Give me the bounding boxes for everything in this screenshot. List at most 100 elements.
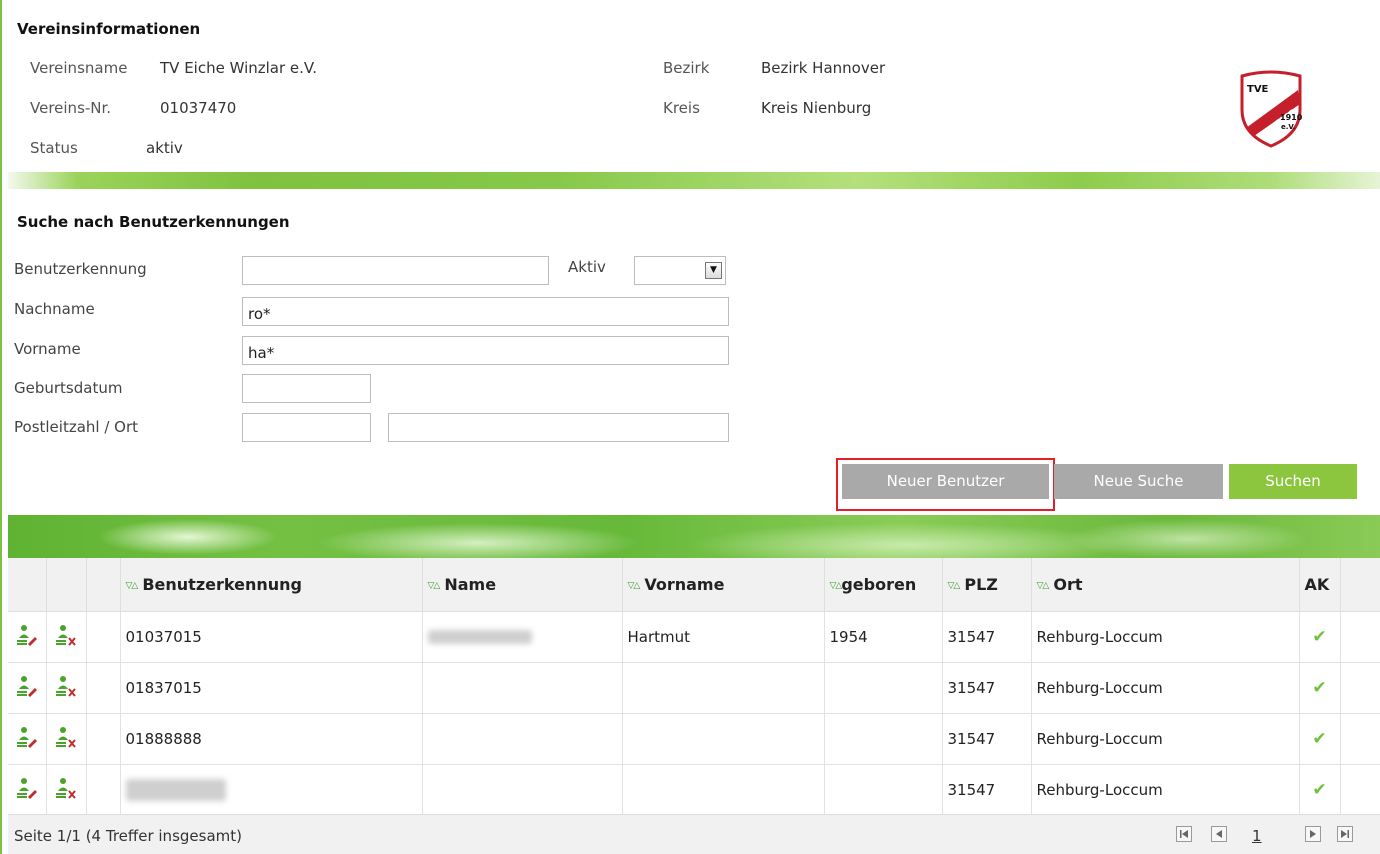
sort-icon[interactable]: ▽△ bbox=[628, 581, 641, 591]
cell-ort: Rehburg-Loccum bbox=[1030, 764, 1299, 816]
blurred-name bbox=[427, 630, 532, 644]
cell-name bbox=[421, 713, 622, 765]
pagination-bar: Seite 1/1 (4 Treffer insgesamt) 1 bbox=[8, 814, 1380, 854]
edit-cell bbox=[8, 611, 46, 663]
header-benutzerkennung[interactable]: ▽△ Benutzerkennung bbox=[119, 558, 422, 612]
search-button[interactable]: Suchen bbox=[1229, 464, 1357, 499]
previous-page-icon[interactable] bbox=[1211, 826, 1227, 842]
search-title: Suche nach Benutzerkennungen bbox=[17, 213, 290, 231]
sort-icon[interactable]: ▽△ bbox=[948, 581, 961, 591]
club-status-value: aktiv bbox=[146, 139, 183, 157]
birthdate-input[interactable] bbox=[242, 374, 371, 403]
club-logo: TVE WINZLAR 1910 e.V. bbox=[1240, 70, 1303, 148]
logo-text-tve: TVE bbox=[1247, 84, 1269, 95]
header-ak: AK bbox=[1298, 558, 1340, 612]
cell-name bbox=[421, 611, 622, 663]
zip-input[interactable] bbox=[242, 413, 371, 442]
delete-user-icon[interactable] bbox=[55, 675, 77, 697]
edit-user-icon[interactable] bbox=[16, 675, 38, 697]
active-label: Aktiv bbox=[568, 258, 606, 276]
edit-user-icon[interactable] bbox=[16, 726, 38, 748]
header-spacer bbox=[85, 558, 120, 612]
cell-ort: Rehburg-Loccum bbox=[1030, 713, 1299, 765]
table-row: 01888888 31547 Rehburg-Loccum ✔ bbox=[8, 713, 1380, 765]
edit-user-icon[interactable] bbox=[16, 624, 38, 646]
new-search-button[interactable]: Neue Suche bbox=[1054, 464, 1223, 499]
city-input[interactable] bbox=[388, 413, 729, 442]
cell-ak: ✔ bbox=[1298, 764, 1340, 816]
header-geboren[interactable]: ▽△geboren bbox=[823, 558, 942, 612]
delete-cell bbox=[45, 713, 86, 765]
sort-icon[interactable]: ▽△ bbox=[1037, 581, 1050, 591]
sort-icon[interactable]: ▽△ bbox=[428, 581, 441, 591]
last-page-icon[interactable] bbox=[1337, 826, 1353, 842]
cell-geboren bbox=[823, 764, 942, 816]
user-id-input[interactable] bbox=[242, 256, 549, 285]
checkmark-icon: ✔ bbox=[1312, 779, 1327, 800]
cell-geboren: 1954 bbox=[823, 611, 942, 663]
checkmark-icon: ✔ bbox=[1312, 728, 1327, 749]
cell-ak: ✔ bbox=[1298, 662, 1340, 714]
results-banner bbox=[8, 515, 1380, 558]
checkmark-icon: ✔ bbox=[1312, 626, 1327, 647]
club-number-value: 01037470 bbox=[160, 99, 237, 117]
results-table: ▽△ Benutzerkennung ▽△ Name ▽△ Vorname ▽△geb… bbox=[8, 558, 1380, 816]
logo-text-ev: e.V. bbox=[1281, 123, 1296, 131]
blurred-user-id bbox=[125, 778, 226, 801]
firstname-input[interactable] bbox=[242, 336, 729, 365]
district-label: Bezirk bbox=[663, 59, 710, 77]
header-delete bbox=[45, 558, 86, 612]
first-page-icon[interactable] bbox=[1176, 826, 1192, 842]
county-label: Kreis bbox=[663, 99, 700, 117]
cell-benutzerkennung: 01037015 bbox=[119, 611, 422, 663]
cell-benutzerkennung bbox=[119, 764, 422, 816]
club-info-title: Vereinsinformationen bbox=[17, 20, 201, 38]
delete-user-icon[interactable] bbox=[55, 726, 77, 748]
header-plz[interactable]: ▽△ PLZ bbox=[941, 558, 1031, 612]
club-name-label: Vereinsname bbox=[30, 59, 128, 77]
section-divider bbox=[8, 172, 1380, 189]
active-select[interactable]: ▼ bbox=[634, 256, 726, 285]
zip-city-label: Postleitzahl / Ort bbox=[14, 418, 139, 436]
pagination-info: Seite 1/1 (4 Treffer insgesamt) bbox=[14, 827, 242, 845]
next-page-icon[interactable] bbox=[1305, 826, 1321, 842]
chevron-down-icon[interactable]: ▼ bbox=[705, 262, 722, 279]
header-ort[interactable]: ▽△ Ort bbox=[1030, 558, 1299, 612]
left-accent-line bbox=[0, 0, 2, 854]
user-id-label: Benutzerkennung bbox=[14, 260, 147, 278]
new-user-highlight bbox=[836, 458, 1055, 511]
delete-user-icon[interactable] bbox=[55, 624, 77, 646]
cell-ak: ✔ bbox=[1298, 713, 1340, 765]
edit-cell bbox=[8, 764, 46, 816]
delete-user-icon[interactable] bbox=[55, 777, 77, 799]
delete-cell bbox=[45, 662, 86, 714]
county-value: Kreis Nienburg bbox=[761, 99, 872, 117]
table-row: 31547 Rehburg-Loccum ✔ bbox=[8, 764, 1380, 816]
lastname-input[interactable] bbox=[242, 297, 729, 326]
cell-geboren bbox=[823, 713, 942, 765]
cell-name bbox=[421, 662, 622, 714]
cell-plz: 31547 bbox=[941, 713, 1031, 765]
firstname-label: Vorname bbox=[14, 340, 81, 358]
header-end bbox=[1339, 558, 1380, 612]
header-vorname[interactable]: ▽△ Vorname bbox=[621, 558, 824, 612]
edit-user-icon[interactable] bbox=[16, 777, 38, 799]
page-number-link[interactable]: 1 bbox=[1252, 827, 1262, 845]
cell-vorname: Hartmut bbox=[621, 611, 824, 663]
sort-icon[interactable]: ▽△ bbox=[126, 581, 139, 591]
table-row: 01837015 31547 Rehburg-Loccum ✔ bbox=[8, 662, 1380, 714]
delete-cell bbox=[45, 611, 86, 663]
cell-ort: Rehburg-Loccum bbox=[1030, 611, 1299, 663]
cell-vorname bbox=[621, 713, 824, 765]
header-name[interactable]: ▽△ Name bbox=[421, 558, 622, 612]
lastname-label: Nachname bbox=[14, 300, 95, 318]
header-edit bbox=[8, 558, 46, 612]
cell-geboren bbox=[823, 662, 942, 714]
logo-text-year: 1910 bbox=[1280, 113, 1303, 122]
sort-icon[interactable]: ▽△ bbox=[830, 581, 843, 591]
table-row: 01037015 Hartmut 1954 31547 Rehburg-Locc… bbox=[8, 611, 1380, 663]
cell-benutzerkennung: 01837015 bbox=[119, 662, 422, 714]
cell-plz: 31547 bbox=[941, 611, 1031, 663]
district-value: Bezirk Hannover bbox=[761, 59, 886, 77]
edit-cell bbox=[8, 662, 46, 714]
